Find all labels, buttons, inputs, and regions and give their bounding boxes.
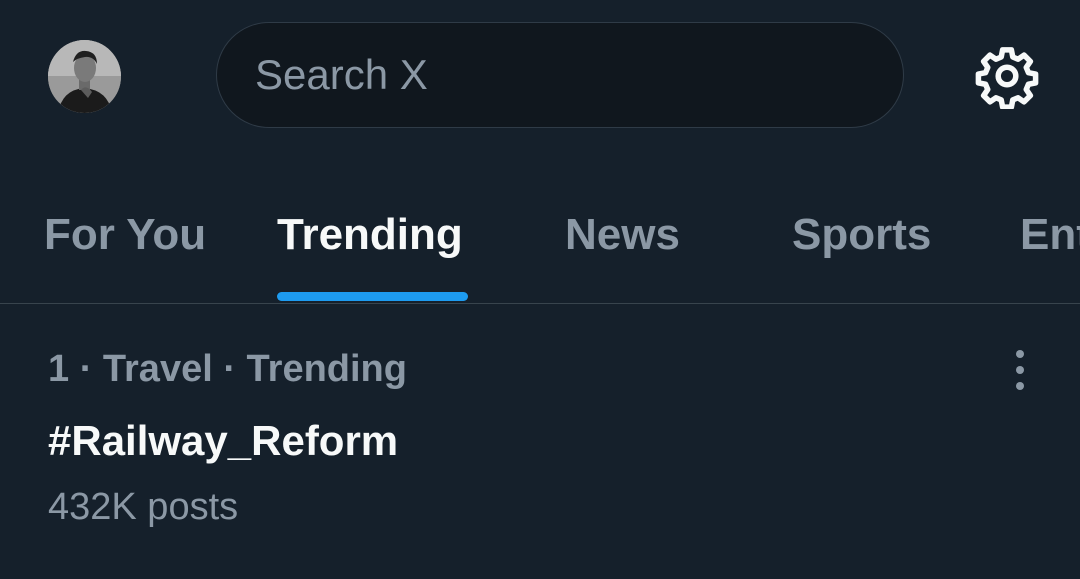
tab-label: News [565,210,680,259]
trend-title: #Railway_Reform [48,417,399,464]
settings-button[interactable] [974,43,1040,110]
tab-label: Sports [792,210,932,259]
explore-tabs: For You Trending News Sports Entertainme… [0,190,1080,303]
gear-icon [975,47,1039,110]
trend-post-count: 432K posts [48,486,239,528]
trend-item[interactable]: 1 · Travel · Trending #Railway_Reform 43… [0,304,1080,579]
tab-label: Entertainment [1020,210,1080,259]
trend-meta: 1 · Travel · Trending [48,348,407,390]
search-input[interactable] [253,50,857,100]
tab-label: For You [44,210,207,259]
profile-avatar[interactable] [48,40,121,113]
more-options-button[interactable] [1000,348,1040,392]
search-bar[interactable] [216,22,904,128]
user-avatar-icon [48,40,121,113]
tab-entertainment[interactable]: Entertainment [1020,190,1080,303]
tab-news[interactable]: News [565,190,695,303]
top-bar [0,0,1080,160]
tab-for-you[interactable]: For You [44,190,207,303]
tab-sports[interactable]: Sports [792,190,942,303]
tab-label: Trending [277,210,463,259]
more-vertical-icon [1016,350,1024,390]
tab-trending[interactable]: Trending [277,190,468,303]
active-tab-indicator [277,292,468,301]
